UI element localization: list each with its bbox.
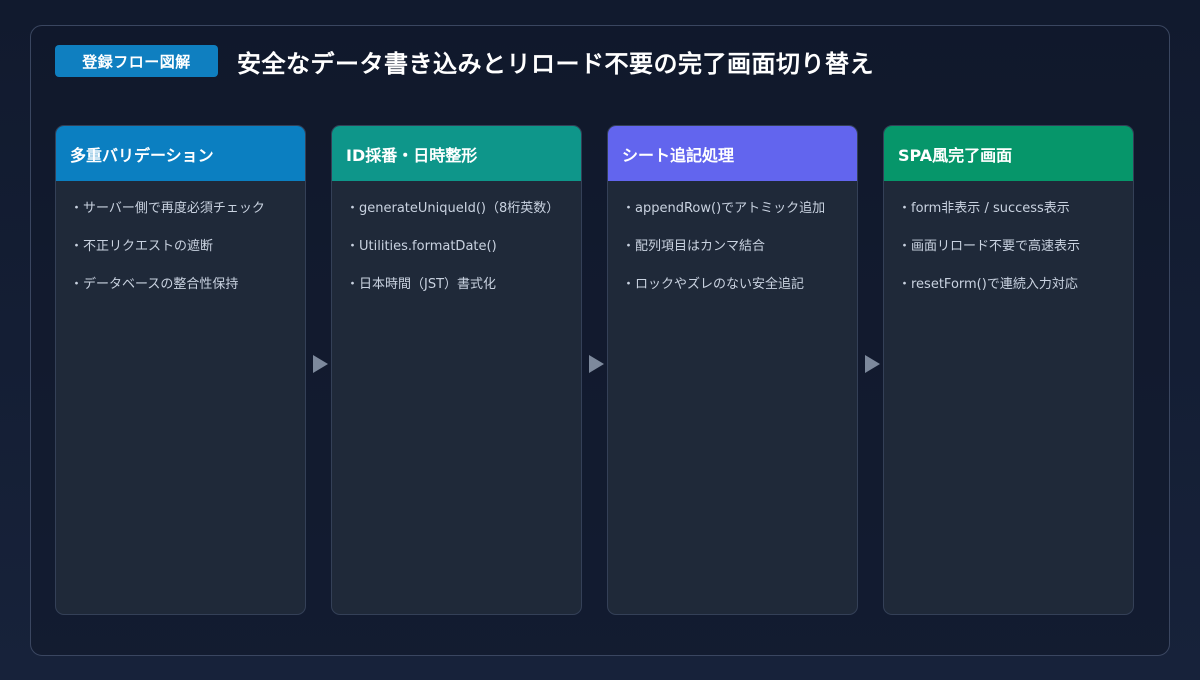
step-title: ID採番・日時整形: [346, 145, 478, 165]
step-card-sheet-append: シート追記処理 ・appendRow()でアトミック追加 ・配列項目はカンマ結合…: [607, 125, 858, 615]
list-item: ・日本時間（JST）書式化: [346, 277, 497, 292]
step-title: 多重バリデーション: [70, 145, 214, 165]
list-item: ・ロックやズレのない安全追記: [622, 277, 805, 292]
list-item: ・appendRow()でアトミック追加: [622, 201, 826, 216]
step-item-list: ・サーバー側で再度必須チェック ・不正リクエストの遮断 ・データベースの整合性保…: [56, 181, 305, 313]
step-card-id-date: ID採番・日時整形 ・generateUniqueId()（8桁英数） ・Uti…: [331, 125, 582, 615]
list-item: ・データベースの整合性保持: [70, 277, 239, 292]
step-header: シート追記処理: [608, 126, 857, 181]
flow-arrow-icon: [313, 355, 328, 373]
step-card-spa-complete: SPA風完了画面 ・form非表示 / success表示 ・画面リロード不要で…: [883, 125, 1134, 615]
flow-badge: 登録フロー図解: [55, 45, 218, 77]
flow-arrow-icon: [589, 355, 604, 373]
step-header: SPA風完了画面: [884, 126, 1133, 181]
list-item: ・サーバー側で再度必須チェック: [70, 201, 265, 216]
step-title: SPA風完了画面: [898, 145, 1013, 165]
list-item: ・画面リロード不要で高速表示: [898, 239, 1081, 254]
step-item-list: ・generateUniqueId()（8桁英数） ・Utilities.for…: [332, 181, 581, 313]
list-item: ・generateUniqueId()（8桁英数）: [346, 201, 560, 216]
step-header: ID採番・日時整形: [332, 126, 581, 181]
list-item: ・form非表示 / success表示: [898, 201, 1070, 216]
step-title: シート追記処理: [622, 145, 735, 165]
list-item: ・配列項目はカンマ結合: [622, 239, 766, 254]
list-item: ・Utilities.formatDate(): [346, 239, 497, 254]
step-item-list: ・form非表示 / success表示 ・画面リロード不要で高速表示 ・res…: [884, 181, 1133, 313]
step-item-list: ・appendRow()でアトミック追加 ・配列項目はカンマ結合 ・ロックやズレ…: [608, 181, 857, 313]
list-item: ・resetForm()で連続入力対応: [898, 277, 1078, 292]
step-header: 多重バリデーション: [56, 126, 305, 181]
step-card-validation: 多重バリデーション ・サーバー側で再度必須チェック ・不正リクエストの遮断 ・デ…: [55, 125, 306, 615]
flow-arrow-icon: [865, 355, 880, 373]
page-title: 安全なデータ書き込みとリロード不要の完了画面切り替え: [237, 49, 874, 78]
list-item: ・不正リクエストの遮断: [70, 239, 214, 254]
